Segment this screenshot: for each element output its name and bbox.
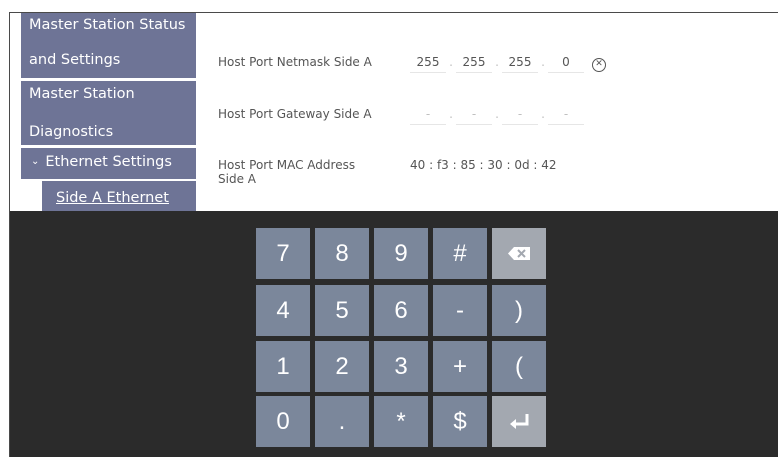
keypad-panel: 7 8 9 # 4 5 6 - ) 1 2 3 + ( 0 . * $ [10, 211, 778, 457]
netmask-label: Host Port Netmask Side A [218, 55, 372, 69]
key-2[interactable]: 2 [315, 341, 369, 392]
sidebar-item-master-station-status[interactable]: Master Station Status and Settings [21, 13, 196, 78]
key-dot[interactable]: . [315, 396, 369, 447]
key-4[interactable]: 4 [256, 285, 310, 336]
octet-separator: . [495, 55, 499, 69]
mac-value: 40 : f3 : 85 : 30 : 0d : 42 [410, 158, 557, 172]
sidebar-item-label: Diagnostics [29, 124, 114, 140]
netmask-field[interactable]: 255. 255. 255. 0 ✕ [410, 55, 606, 73]
sidebar-subitem-side-a-ethernet[interactable]: Side A Ethernet [42, 181, 196, 211]
octet-separator: . [449, 55, 453, 69]
octet-separator: . [495, 107, 499, 121]
gateway-label: Host Port Gateway Side A [218, 107, 372, 121]
netmask-octet-1[interactable]: 255 [410, 55, 446, 73]
key-3[interactable]: 3 [374, 341, 428, 392]
gateway-field[interactable]: -.-.-.- [410, 107, 584, 125]
sidebar-subitem-label: Side A Ethernet [56, 190, 169, 206]
sidebar-item-master-station-diagnostics[interactable]: Master Station Diagnostics [21, 81, 196, 145]
netmask-octet-3[interactable]: 255 [502, 55, 538, 73]
netmask-octet-4[interactable]: 0 [548, 55, 584, 73]
key-asterisk[interactable]: * [374, 396, 428, 447]
octet-separator: . [541, 55, 545, 69]
enter-icon [510, 414, 529, 429]
octet-separator: . [449, 107, 453, 121]
mac-label: Host Port MAC Address Side A [218, 158, 356, 186]
clear-icon[interactable]: ✕ [592, 58, 606, 72]
enter-button[interactable] [492, 396, 546, 447]
sidebar-item-ethernet-settings[interactable]: ⌄ Ethernet Settings [21, 148, 196, 179]
key-1[interactable]: 1 [256, 341, 310, 392]
gateway-octet-2[interactable]: - [456, 107, 492, 125]
key-9[interactable]: 9 [374, 228, 428, 279]
key-dollar[interactable]: $ [433, 396, 487, 447]
key-close-paren[interactable]: ) [492, 285, 546, 336]
gateway-octet-1[interactable]: - [410, 107, 446, 125]
key-8[interactable]: 8 [315, 228, 369, 279]
key-open-paren[interactable]: ( [492, 341, 546, 392]
backspace-icon [508, 247, 530, 260]
chevron-down-icon: ⌄ [31, 156, 40, 167]
key-minus[interactable]: - [433, 285, 487, 336]
gateway-octet-3[interactable]: - [502, 107, 538, 125]
sidebar-item-label: Master Station Status [29, 17, 186, 33]
key-hash[interactable]: # [433, 228, 487, 279]
key-0[interactable]: 0 [256, 396, 310, 447]
settings-panel: Master Station Status and Settings Maste… [10, 13, 778, 211]
octet-separator: . [541, 107, 545, 121]
key-plus[interactable]: + [433, 341, 487, 392]
sidebar-item-label: Ethernet Settings [45, 154, 172, 170]
gateway-octet-4[interactable]: - [548, 107, 584, 125]
netmask-octet-2[interactable]: 255 [456, 55, 492, 73]
backspace-button[interactable] [492, 228, 546, 279]
sidebar-item-label: Master Station [29, 86, 135, 102]
sidebar: Master Station Status and Settings Maste… [21, 13, 206, 211]
key-7[interactable]: 7 [256, 228, 310, 279]
key-5[interactable]: 5 [315, 285, 369, 336]
sidebar-item-label: and Settings [29, 52, 121, 68]
key-6[interactable]: 6 [374, 285, 428, 336]
app-window: Master Station Status and Settings Maste… [9, 12, 778, 457]
